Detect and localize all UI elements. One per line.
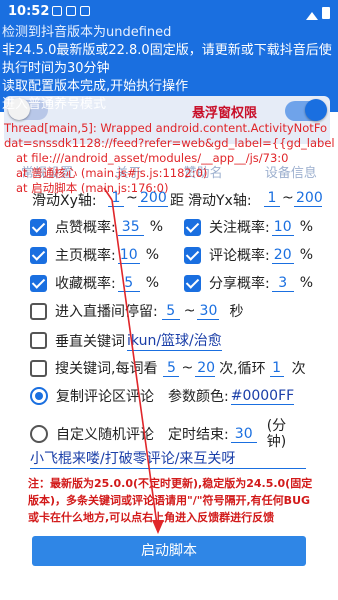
- search-keywords-row: 搜关键词,每词看 5 ~ 20 次,循环 1 次: [30, 358, 306, 378]
- rate-row: 分享概率: 3 %: [184, 273, 313, 293]
- copy-comment-row: 复制评论区评论 参数颜色: #0000FF: [30, 386, 295, 406]
- rate-row: 收藏概率: 5 %: [30, 273, 159, 293]
- search-loop-unit: 次: [291, 361, 306, 377]
- share-rate-input[interactable]: 3: [271, 275, 294, 292]
- search-from-input[interactable]: 5: [163, 360, 180, 377]
- error-line: at file:///android_asset/modules/__app__…: [16, 151, 289, 165]
- error-line: at 普通核心 (main.js#js.js:1182:0): [16, 166, 208, 180]
- vertical-keywords-row: 垂直关键词 ikun/篮球/治愈: [30, 330, 222, 351]
- comment-text-input[interactable]: 小飞棍来喽/打破零评论/来互关呀: [30, 448, 306, 469]
- follow-rate-checkbox[interactable]: [184, 218, 201, 236]
- status-time: 10:52: [8, 4, 50, 19]
- favorite-rate-input[interactable]: 5: [117, 275, 140, 292]
- custom-comment-row: 自定义随机评论 定时结束: 30 (分钟): [30, 418, 291, 450]
- percent-unit: %: [299, 247, 314, 263]
- share-rate-label: 分享概率:: [209, 276, 270, 292]
- search-to-input[interactable]: 20: [195, 360, 216, 377]
- rate-row: 关注概率: 10 %: [184, 217, 313, 237]
- custom-comment-radio[interactable]: [30, 425, 48, 443]
- live-to-input[interactable]: 30: [197, 303, 220, 320]
- follow-rate-label: 关注概率:: [209, 220, 270, 236]
- favorite-rate-checkbox[interactable]: [30, 274, 47, 292]
- comment-text-row: 小飞棍来喽/打破零评论/来互关呀: [30, 448, 306, 469]
- start-script-button[interactable]: 启动脚本: [32, 536, 306, 566]
- notification-icons: [52, 6, 90, 16]
- wifi-icon: [306, 6, 318, 20]
- status-bar: 10:52: [0, 0, 338, 24]
- share-rate-checkbox[interactable]: [184, 274, 201, 292]
- comment-rate-input[interactable]: 20: [271, 247, 294, 264]
- comment-rate-label: 评论概率:: [209, 248, 270, 264]
- live-sep: ~: [183, 303, 196, 319]
- timer-end-unit: (分钟): [266, 418, 287, 450]
- param-color-label: 参数颜色:: [168, 389, 229, 405]
- notification-icon: [52, 6, 62, 16]
- percent-unit: %: [149, 219, 164, 235]
- timer-end-label: 定时结束:: [168, 427, 229, 443]
- live-room-label: 进入直播间停留:: [55, 304, 158, 320]
- like-rate-input[interactable]: 35: [117, 219, 144, 236]
- like-rate-label: 点赞概率:: [55, 220, 116, 236]
- search-keywords-label: 搜关键词,每词看: [55, 361, 158, 377]
- notification-icon: [80, 6, 90, 16]
- log-line: 执行时间为30分钟: [2, 61, 110, 76]
- vertical-keywords-label: 垂直关键词: [55, 333, 125, 350]
- log-overlay: 检测到抖音版本为undefined 非24.5.0最新版或22.8.0固定版，请…: [0, 24, 338, 195]
- live-unit: 秒: [229, 304, 244, 320]
- error-line: dat=snssdk1128://feed?refer=web&gd_label…: [4, 136, 335, 150]
- notification-icon: [66, 6, 76, 16]
- param-color-input[interactable]: #0000FF: [230, 388, 295, 405]
- percent-unit: %: [299, 275, 314, 291]
- rate-row: 主页概率: 10 %: [30, 245, 159, 265]
- error-line: Thread[main,5]: Wrapped android.content.…: [4, 121, 328, 135]
- homepage-rate-input[interactable]: 10: [117, 247, 140, 264]
- homepage-rate-checkbox[interactable]: [30, 246, 47, 264]
- log-line: 非24.5.0最新版或22.8.0固定版，请更新或下载抖音后使: [2, 43, 332, 58]
- favorite-rate-label: 收藏概率:: [55, 276, 116, 292]
- like-rate-checkbox[interactable]: [30, 218, 47, 236]
- rate-row: 评论概率: 20 %: [184, 245, 313, 265]
- custom-comment-label: 自定义随机评论: [56, 427, 154, 443]
- live-room-row: 进入直播间停留: 5 ~ 30 秒: [30, 301, 243, 321]
- copy-comment-radio[interactable]: [30, 387, 48, 405]
- percent-unit: %: [145, 247, 160, 263]
- system-icons: [306, 6, 330, 20]
- copy-comment-label: 复制评论区评论: [56, 389, 154, 405]
- search-keywords-checkbox[interactable]: [30, 359, 47, 377]
- battery-icon: [322, 7, 330, 19]
- vertical-keywords-checkbox[interactable]: [30, 332, 47, 349]
- follow-rate-input[interactable]: 10: [271, 219, 294, 236]
- log-line: 进入普通养号模式: [2, 97, 107, 112]
- search-suffix: 次,循环: [219, 361, 266, 377]
- search-sep: ~: [181, 360, 194, 376]
- percent-unit: %: [299, 219, 314, 235]
- notice-text: 注：最新版为25.0.0(不定时更新),稳定版为24.5.0(固定版本)，多条关…: [28, 477, 313, 524]
- error-log: Thread[main,5]: Wrapped android.content.…: [0, 121, 338, 196]
- error-line: at 启动脚本 (main.js:176:0): [16, 181, 169, 195]
- search-loop-input[interactable]: 1: [269, 360, 284, 377]
- comment-rate-checkbox[interactable]: [184, 246, 201, 264]
- live-from-input[interactable]: 5: [161, 303, 180, 320]
- log-line: 检测到抖音版本为undefined: [2, 25, 172, 40]
- homepage-rate-label: 主页概率:: [55, 248, 116, 264]
- percent-unit: %: [145, 275, 160, 291]
- log-line: 读取配置版本完成,开始执行操作: [2, 79, 189, 94]
- vertical-keywords-input[interactable]: ikun/篮球/治愈: [127, 330, 222, 351]
- live-room-checkbox[interactable]: [30, 302, 47, 320]
- rate-row: 点赞概率: 35 %: [30, 217, 163, 237]
- timer-end-input[interactable]: 30: [230, 426, 257, 443]
